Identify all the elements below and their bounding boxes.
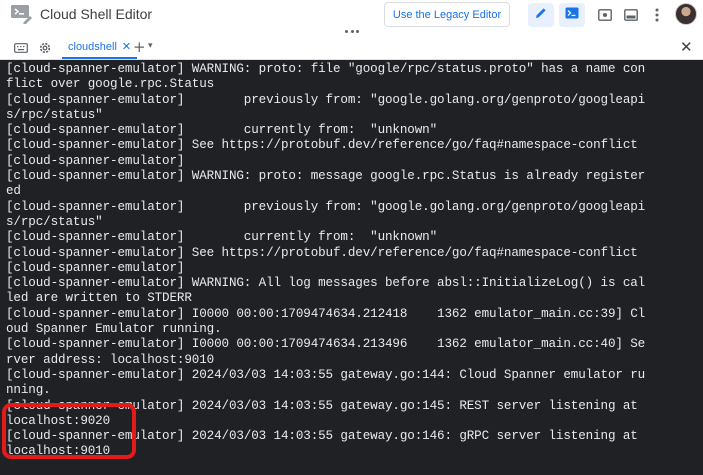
terminal-line: s/rpc/status" xyxy=(6,107,103,122)
terminal-line: s/rpc/status" xyxy=(6,214,103,229)
open-editor-button[interactable] xyxy=(528,3,554,27)
close-panel-icon[interactable]: ✕ xyxy=(680,38,693,56)
add-tab-icon[interactable]: + xyxy=(133,38,146,56)
highlight-annotation-box xyxy=(2,403,136,459)
terminal-icon xyxy=(565,6,579,24)
terminal-line: ed xyxy=(6,184,21,199)
title-bar: Cloud Shell Editor Use the Legacy Editor xyxy=(0,0,703,30)
terminal-line: oud Spanner Emulator running. xyxy=(6,322,222,337)
terminal-line: [cloud-spanner-emulator] I0000 00:00:170… xyxy=(6,306,646,321)
terminal-line: [cloud-spanner-emulator] See https://pro… xyxy=(6,245,638,260)
terminal-line: [cloud-spanner-emulator] I0000 00:00:170… xyxy=(6,337,646,352)
terminal-line: nning. xyxy=(6,383,51,398)
use-legacy-editor-button[interactable]: Use the Legacy Editor xyxy=(384,2,510,27)
terminal-line: [cloud-spanner-emulator] 2024/03/03 14:0… xyxy=(6,367,646,382)
tab-label: cloudshell xyxy=(68,40,117,53)
terminal-line: [cloud-spanner-emulator] xyxy=(6,260,185,275)
terminal-line: [cloud-spanner-emulator] See https://pro… xyxy=(6,138,638,153)
terminal-line: [cloud-spanner-emulator] previously from… xyxy=(6,92,646,107)
terminal-line: rver address: localhost:9010 xyxy=(6,352,215,367)
terminal-line: [cloud-spanner-emulator] WARNING: proto:… xyxy=(6,169,646,184)
tab-menu-chevron-down-icon[interactable]: ▾ xyxy=(148,41,153,51)
terminal-line: [cloud-spanner-emulator] previously from… xyxy=(6,199,646,214)
terminal-line: flict over google.rpc.Status xyxy=(6,77,215,92)
layout-icon[interactable] xyxy=(622,6,640,24)
settings-gear-icon[interactable] xyxy=(36,39,54,57)
terminal-line: led are written to STDERR xyxy=(6,291,192,306)
terminal-line: [cloud-spanner-emulator] WARNING: proto:… xyxy=(6,62,646,76)
preview-icon[interactable] xyxy=(596,6,614,24)
pencil-icon xyxy=(534,6,548,25)
more-vert-icon[interactable] xyxy=(648,6,666,24)
keyboard-icon[interactable] xyxy=(12,39,30,57)
open-terminal-button[interactable] xyxy=(559,3,585,27)
tab-cloudshell[interactable]: cloudshell ✕ xyxy=(62,36,138,59)
terminal-tab-bar: cloudshell ✕ + ▾ ✕ xyxy=(0,36,703,60)
tab-close-icon[interactable]: ✕ xyxy=(122,40,131,53)
terminal-line: [cloud-spanner-emulator] WARNING: All lo… xyxy=(6,276,646,291)
terminal-line: [cloud-spanner-emulator] currently from:… xyxy=(6,230,438,245)
avatar[interactable] xyxy=(675,3,697,25)
terminal-line: [cloud-spanner-emulator] xyxy=(6,153,185,168)
terminal-line: [cloud-spanner-emulator] currently from:… xyxy=(6,123,438,138)
app-title: Cloud Shell Editor xyxy=(40,6,153,22)
cloud-shell-editor-icon xyxy=(10,4,32,25)
